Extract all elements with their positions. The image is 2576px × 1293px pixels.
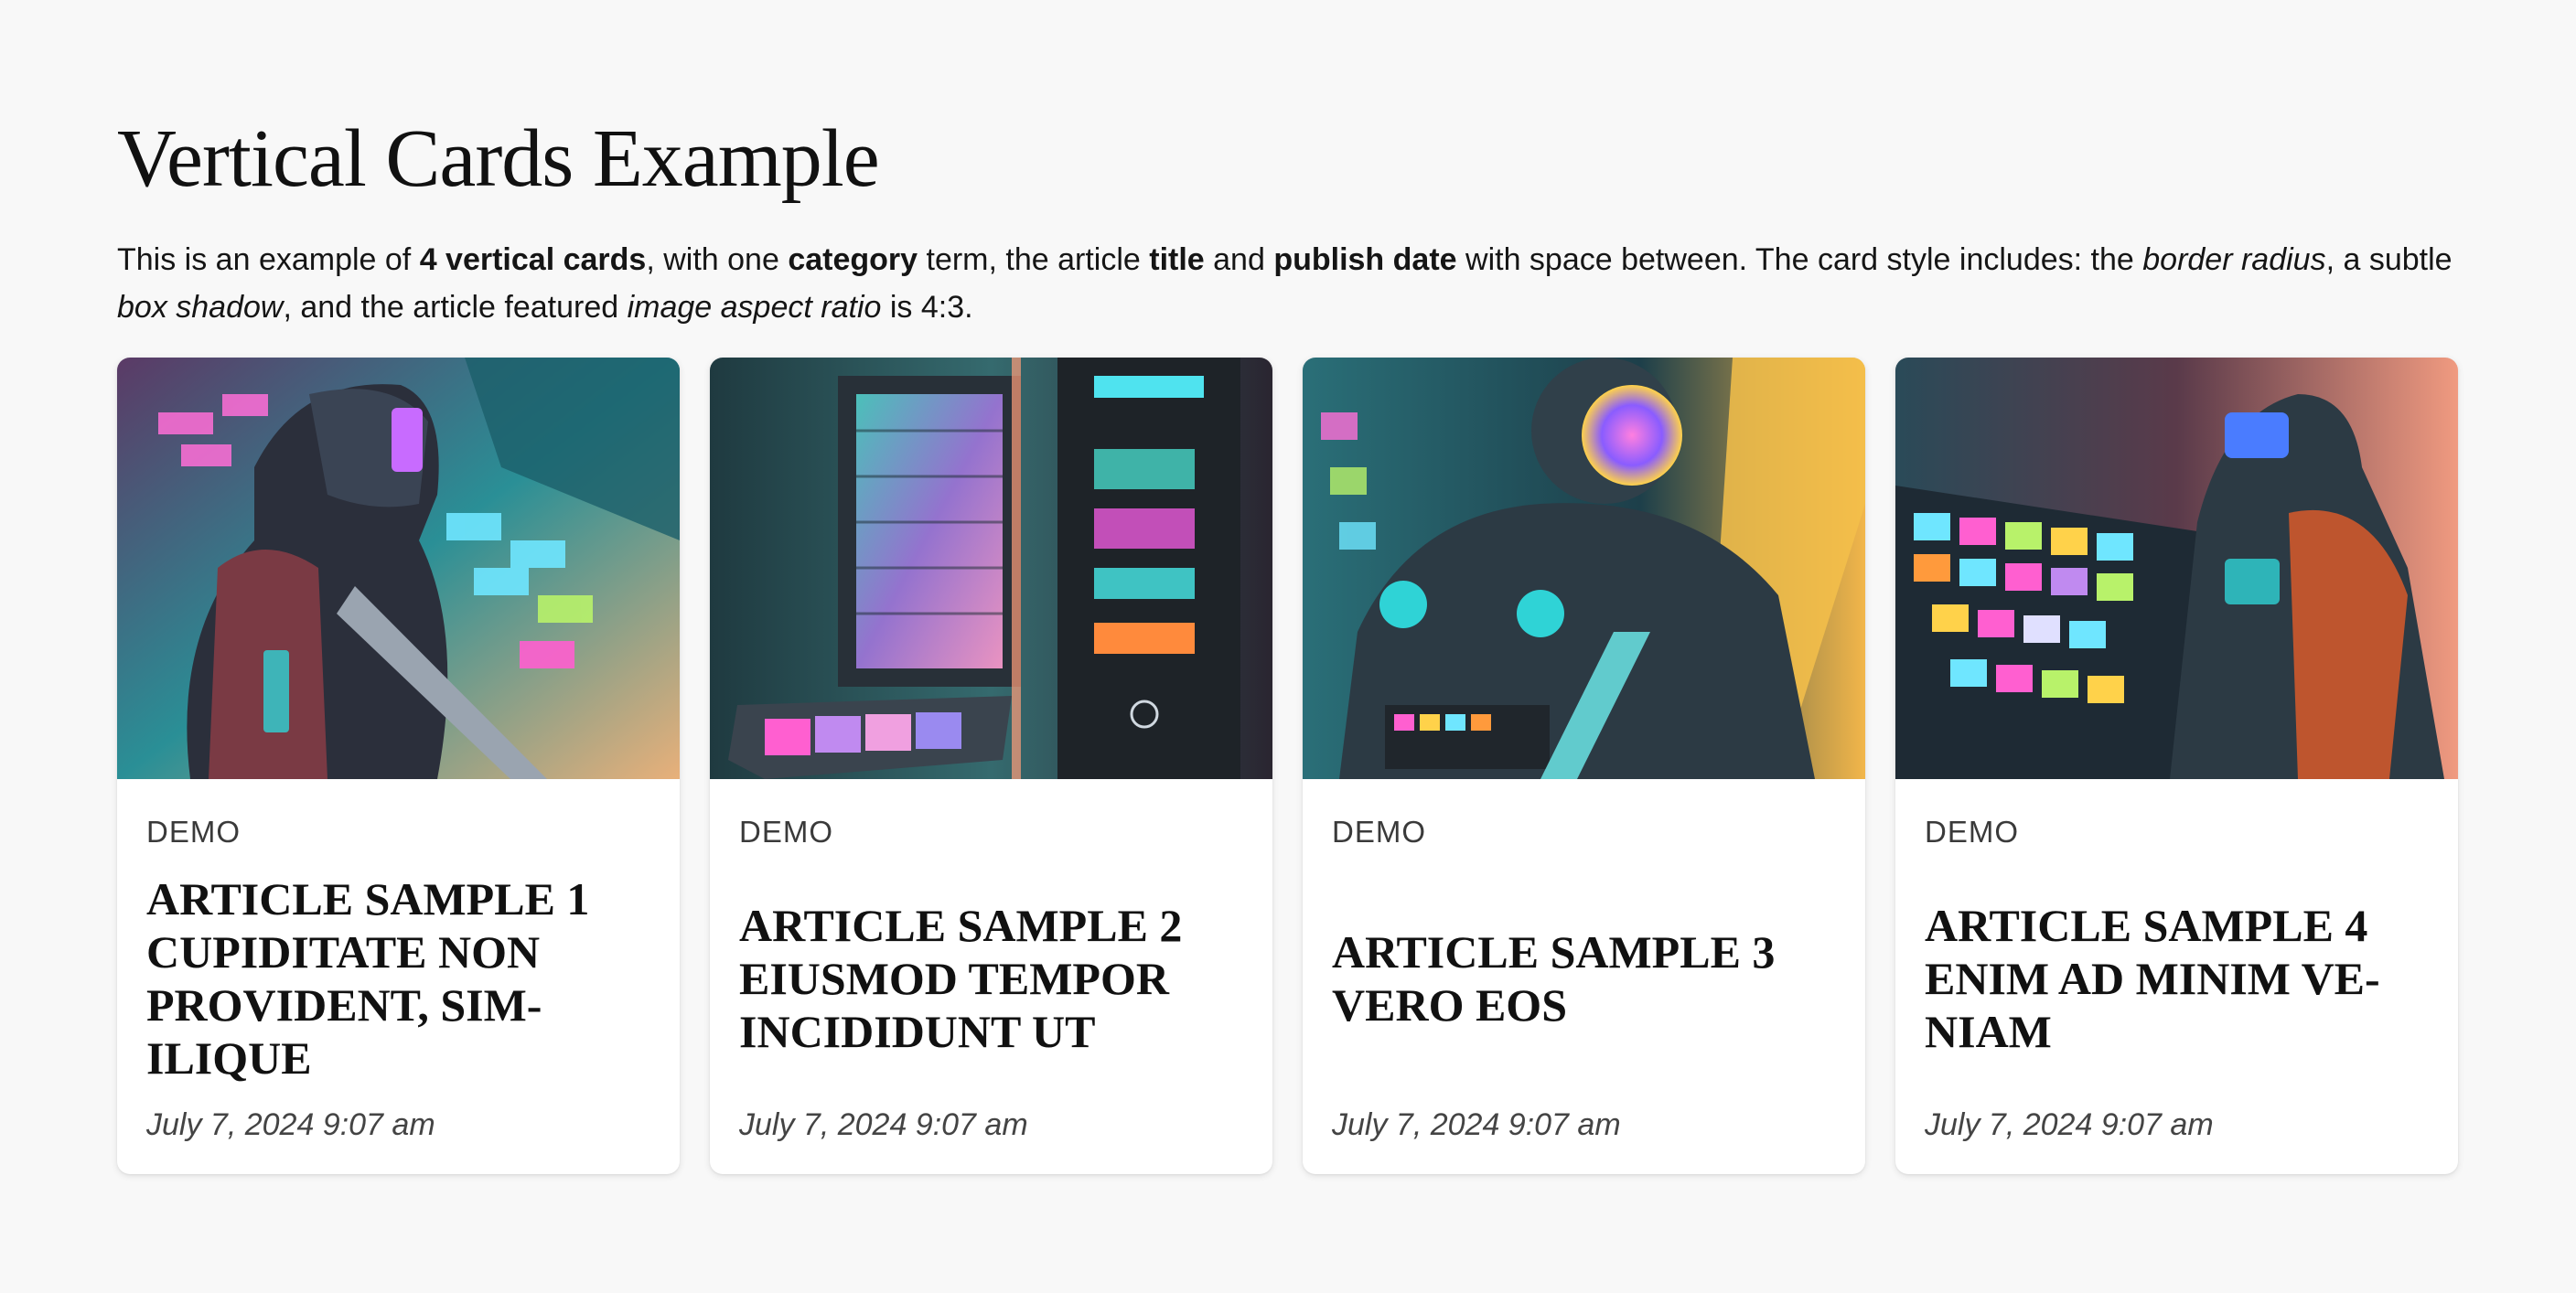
cyberpunk-machine-illustration — [710, 358, 1272, 779]
intro-text: , with one — [646, 242, 789, 277]
article-title[interactable]: Article Sample 4 enim ad minim ve-niam — [1925, 899, 2429, 1058]
intro-text: , a subtle — [2325, 242, 2453, 277]
intro-text: , and the article featured — [283, 290, 628, 325]
article-title[interactable]: Article Sample 1 cupiditate non providen… — [146, 872, 650, 1085]
intro-bold: 4 vertical cards — [419, 242, 647, 277]
card-image[interactable] — [1303, 358, 1865, 779]
cyberpunk-robot-illustration — [1303, 358, 1865, 779]
card-grid: DEMO Article Sample 1 cupiditate non pro… — [117, 358, 2458, 1174]
intro-text: is 4:3. — [881, 290, 973, 325]
intro-text: and — [1204, 242, 1274, 277]
article-card[interactable]: DEMO Article Sample 2 eiusmod tempor inc… — [710, 358, 1272, 1174]
intro-text: term, the article — [918, 242, 1150, 277]
intro-text: with space between. The card style inclu… — [1456, 242, 2143, 277]
intro-italic: border radius — [2142, 242, 2326, 277]
intro-italic: box shadow — [117, 290, 284, 325]
article-title[interactable]: Article Sample 2 eiusmod tempor incididu… — [739, 899, 1243, 1058]
category-label[interactable]: DEMO — [1925, 814, 2429, 850]
card-body: DEMO Article Sample 4 enim ad minim ve-n… — [1895, 779, 2458, 1174]
article-title[interactable]: Article Sample 3 vero eos — [1332, 925, 1836, 1031]
publish-date: July 7, 2024 9:07 am — [1925, 1107, 2214, 1142]
category-label[interactable]: DEMO — [146, 814, 650, 850]
publish-date: July 7, 2024 9:07 am — [146, 1107, 435, 1142]
card-body: DEMO Article Sample 1 cupiditate non pro… — [117, 779, 680, 1174]
card-image[interactable] — [710, 358, 1272, 779]
intro-bold: publish date — [1273, 242, 1457, 277]
card-body: DEMO Article Sample 3 vero eos July 7, 2… — [1303, 779, 1865, 1174]
card-body: DEMO Article Sample 2 eiusmod tempor inc… — [710, 779, 1272, 1174]
cyberpunk-robot-illustration — [117, 358, 680, 779]
publish-date: July 7, 2024 9:07 am — [739, 1107, 1028, 1142]
category-label[interactable]: DEMO — [739, 814, 1243, 850]
category-label[interactable]: DEMO — [1332, 814, 1836, 850]
intro-italic: image aspect ratio — [627, 290, 882, 325]
page-title: Vertical Cards Example — [117, 113, 880, 204]
page-content: Vertical Cards Example This is an exampl… — [117, 108, 2459, 1174]
intro-text: This is an example of — [117, 242, 420, 277]
card-image[interactable] — [1895, 358, 2458, 779]
intro-bold: category — [788, 242, 918, 277]
intro-bold: title — [1149, 242, 1205, 277]
publish-date: July 7, 2024 9:07 am — [1332, 1107, 1621, 1142]
card-image[interactable] — [117, 358, 680, 779]
cyberpunk-robot-illustration — [1895, 358, 2458, 779]
intro-paragraph: This is an example of 4 vertical cards, … — [117, 236, 2459, 331]
article-card[interactable]: DEMO Article Sample 3 vero eos July 7, 2… — [1303, 358, 1865, 1174]
article-card[interactable]: DEMO Article Sample 1 cupiditate non pro… — [117, 358, 680, 1174]
article-card[interactable]: DEMO Article Sample 4 enim ad minim ve-n… — [1895, 358, 2458, 1174]
